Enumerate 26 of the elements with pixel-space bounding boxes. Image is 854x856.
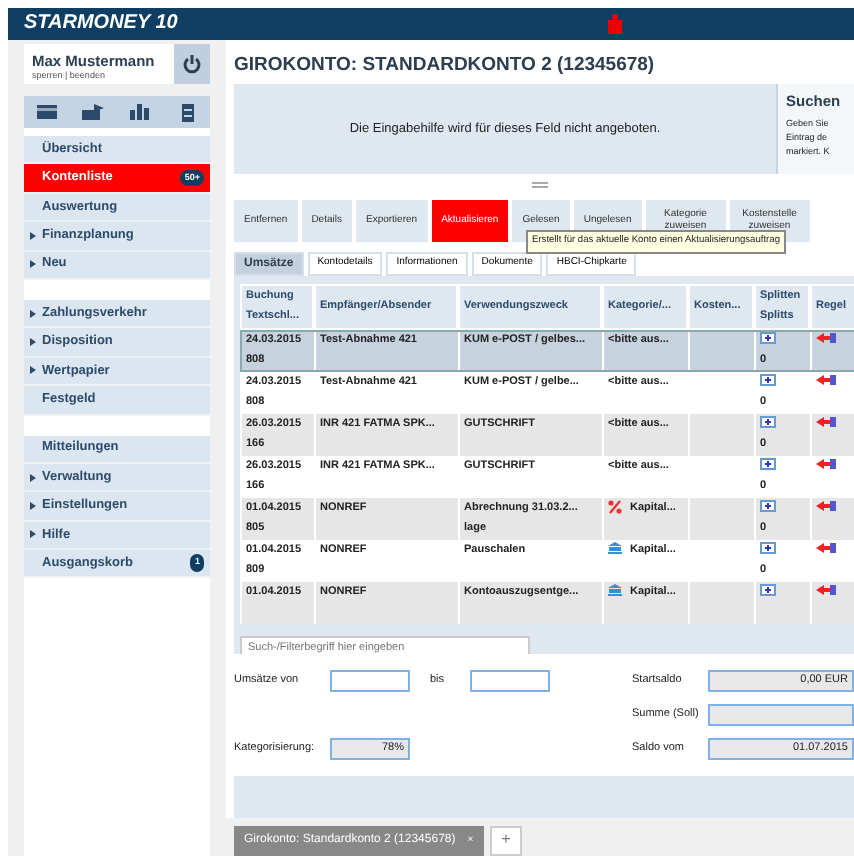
rule-icon[interactable] xyxy=(816,374,836,387)
split-icon[interactable] xyxy=(760,332,776,345)
power-icon xyxy=(182,54,202,74)
bank-icon xyxy=(608,542,622,555)
split-icon[interactable] xyxy=(760,500,776,513)
account-title: GIROKONTO: STANDARDKONTO 2 (12345678) xyxy=(232,52,657,80)
bank-icon xyxy=(608,584,622,597)
splitter-grip-icon[interactable] xyxy=(532,182,548,189)
split-icon[interactable] xyxy=(760,458,776,471)
rule-icon[interactable] xyxy=(816,500,836,513)
input-field[interactable] xyxy=(330,669,410,692)
app-logo: STARMONEY 10 xyxy=(22,12,178,34)
split-icon[interactable] xyxy=(760,416,776,429)
split-icon[interactable] xyxy=(760,584,776,597)
rule-icon[interactable] xyxy=(816,584,836,597)
split-icon[interactable] xyxy=(760,374,776,387)
rule-icon[interactable] xyxy=(816,416,836,429)
percent-icon xyxy=(608,499,622,514)
split-icon[interactable] xyxy=(760,542,776,555)
power-button[interactable] xyxy=(174,44,210,84)
rule-icon[interactable] xyxy=(816,458,836,471)
input-field[interactable] xyxy=(470,669,550,692)
new-tab-button[interactable]: + xyxy=(489,825,523,856)
savings-bank-icon xyxy=(608,14,622,34)
rule-icon[interactable] xyxy=(816,332,836,345)
rule-icon[interactable] xyxy=(816,542,836,555)
